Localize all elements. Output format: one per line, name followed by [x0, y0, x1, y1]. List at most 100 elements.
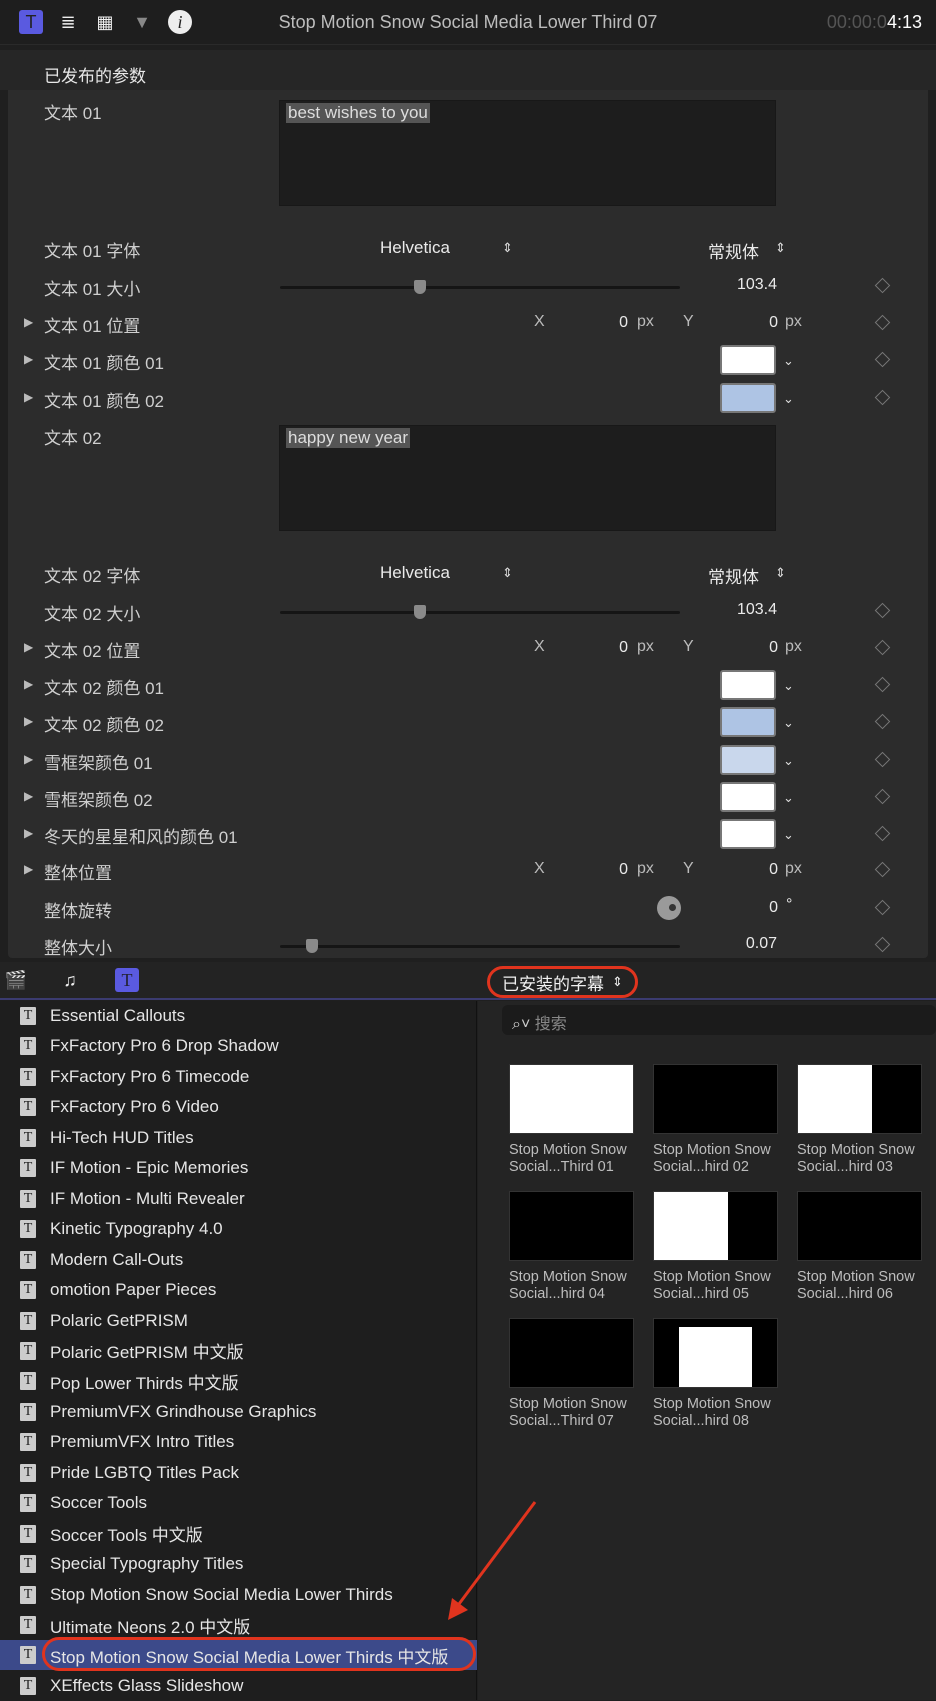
text-field[interactable]: happy new year [279, 425, 776, 531]
list-item[interactable]: T Hi-Tech HUD Titles [0, 1123, 477, 1153]
slider-track[interactable] [280, 945, 680, 948]
title-thumbnail[interactable] [653, 1318, 778, 1388]
color-swatch[interactable] [720, 345, 776, 375]
y-value[interactable]: 0 [730, 314, 778, 332]
list-item[interactable]: T Kinetic Typography 4.0 [0, 1214, 477, 1244]
disclosure-triangle-icon[interactable]: ▶ [24, 789, 33, 803]
title-type-icon: T [20, 1555, 36, 1574]
font-style-select[interactable]: 常规体 [708, 563, 768, 588]
list-item[interactable]: T Special Typography Titles [0, 1549, 477, 1579]
slider-value[interactable]: 0.07 [677, 935, 777, 953]
title-thumbnail[interactable] [509, 1191, 634, 1261]
slider-thumb[interactable] [306, 939, 318, 953]
list-item[interactable]: T PremiumVFX Intro Titles [0, 1427, 477, 1457]
color-swatch[interactable] [720, 745, 776, 775]
font-style-select[interactable]: 常规体 [708, 238, 768, 263]
param-label: 雪框架颜色 02 [44, 791, 153, 810]
search-input[interactable]: ⌕˅ 搜索 [502, 1005, 936, 1035]
title-thumbnail[interactable] [653, 1191, 778, 1261]
color-swatch[interactable] [720, 782, 776, 812]
title-thumbnail[interactable] [509, 1318, 634, 1388]
x-value[interactable]: 0 [580, 861, 628, 879]
list-item[interactable]: T Modern Call-Outs [0, 1245, 477, 1275]
text-field[interactable]: best wishes to you [279, 100, 776, 206]
x-value[interactable]: 0 [580, 314, 628, 332]
inspector-header: T ≣ ▦ ▼ i Stop Motion Snow Social Media … [0, 0, 936, 45]
disclosure-triangle-icon[interactable]: ▶ [24, 677, 33, 691]
chevron-down-icon[interactable]: ⌄ [783, 353, 794, 369]
disclosure-triangle-icon[interactable]: ▶ [24, 640, 33, 654]
category-dropdown[interactable]: 已安装的字幕 ⇕ [487, 966, 638, 998]
timecode-active: 4:13 [886, 12, 922, 32]
updown-icon: ⇕ [502, 565, 513, 580]
color-swatch[interactable] [720, 670, 776, 700]
list-item[interactable]: T XEffects Glass Slideshow [0, 1671, 477, 1701]
rotation-dial[interactable] [657, 896, 681, 920]
thumbnail-caption-line1: Stop Motion Snow [509, 1142, 627, 1158]
font-family-select[interactable]: Helvetica [380, 563, 510, 583]
disclosure-triangle-icon[interactable]: ▶ [24, 752, 33, 766]
disclosure-triangle-icon[interactable]: ▶ [24, 315, 33, 329]
list-item[interactable]: T FxFactory Pro 6 Drop Shadow [0, 1031, 477, 1061]
title-thumbnail[interactable] [653, 1064, 778, 1134]
param-label: 文本 01 颜色 01 [44, 354, 164, 373]
titles-icon[interactable]: T [115, 968, 139, 992]
title-type-icon: T [20, 1402, 36, 1421]
list-item-label: omotion Paper Pieces [50, 1280, 217, 1300]
disclosure-triangle-icon[interactable]: ▶ [24, 352, 33, 366]
rotation-value[interactable]: 0 [730, 899, 778, 917]
slider-thumb[interactable] [414, 605, 426, 619]
list-item[interactable]: T PremiumVFX Grindhouse Graphics [0, 1397, 477, 1427]
disclosure-triangle-icon[interactable]: ▶ [24, 714, 33, 728]
slider-value[interactable]: 103.4 [677, 276, 777, 294]
slider-track[interactable] [280, 286, 680, 289]
y-label: Y [683, 860, 694, 877]
slider-value[interactable]: 103.4 [677, 601, 777, 619]
list-item[interactable]: T Pop Lower Thirds 中文版 [0, 1366, 477, 1396]
list-item[interactable]: T Polaric GetPRISM 中文版 [0, 1336, 477, 1366]
color-swatch[interactable] [720, 819, 776, 849]
y-value[interactable]: 0 [730, 861, 778, 879]
title-thumbnail[interactable] [797, 1191, 922, 1261]
x-unit: px [637, 638, 654, 655]
chevron-down-icon[interactable]: ⌄ [783, 715, 794, 731]
y-unit: px [785, 860, 802, 877]
list-item[interactable]: T Ultimate Neons 2.0 中文版 [0, 1610, 477, 1640]
list-item[interactable]: T IF Motion - Multi Revealer [0, 1184, 477, 1214]
title-type-icon: T [20, 1281, 36, 1300]
list-item[interactable]: Tomotion Paper Pieces [0, 1275, 477, 1305]
disclosure-triangle-icon[interactable]: ▶ [24, 826, 33, 840]
list-item-label: IF Motion - Multi Revealer [50, 1188, 245, 1208]
list-item[interactable]: T FxFactory Pro 6 Video [0, 1092, 477, 1122]
list-item[interactable]: T Essential Callouts [0, 1001, 477, 1031]
chevron-down-icon[interactable]: ⌄ [783, 753, 794, 769]
color-swatch[interactable] [720, 707, 776, 737]
music-photo-icon[interactable]: ♫ [58, 968, 82, 992]
disclosure-triangle-icon[interactable]: ▶ [24, 390, 33, 404]
list-item[interactable]: T Stop Motion Snow Social Media Lower Thi… [0, 1580, 477, 1610]
title-thumbnail[interactable] [797, 1064, 922, 1134]
list-item[interactable]: T IF Motion - Epic Memories [0, 1153, 477, 1183]
chevron-down-icon[interactable]: ⌄ [783, 678, 794, 694]
list-item[interactable]: T Soccer Tools [0, 1488, 477, 1518]
y-unit: px [785, 638, 802, 655]
list-item[interactable]: T Polaric GetPRISM [0, 1306, 477, 1336]
color-swatch[interactable] [720, 383, 776, 413]
thumbnail-caption-line2: Social...hird 02 [653, 1159, 749, 1175]
x-value[interactable]: 0 [580, 639, 628, 657]
slider-thumb[interactable] [414, 280, 426, 294]
y-value[interactable]: 0 [730, 639, 778, 657]
disclosure-triangle-icon[interactable]: ▶ [24, 862, 33, 876]
list-item[interactable]: T Soccer Tools 中文版 [0, 1519, 477, 1549]
list-item[interactable]: T FxFactory Pro 6 Timecode [0, 1062, 477, 1092]
title-type-icon: T [20, 1372, 36, 1391]
chevron-down-icon[interactable]: ⌄ [783, 827, 794, 843]
chevron-down-icon[interactable]: ⌄ [783, 790, 794, 806]
title-thumbnail[interactable] [509, 1064, 634, 1134]
font-family-select[interactable]: Helvetica [380, 238, 510, 258]
thumbnail-caption-line1: Stop Motion Snow [797, 1269, 915, 1285]
chevron-down-icon[interactable]: ⌄ [783, 391, 794, 407]
clapper-star-icon[interactable]: 🎬 [4, 968, 28, 992]
list-item[interactable]: T Pride LGBTQ Titles Pack [0, 1458, 477, 1488]
slider-track[interactable] [280, 611, 680, 614]
